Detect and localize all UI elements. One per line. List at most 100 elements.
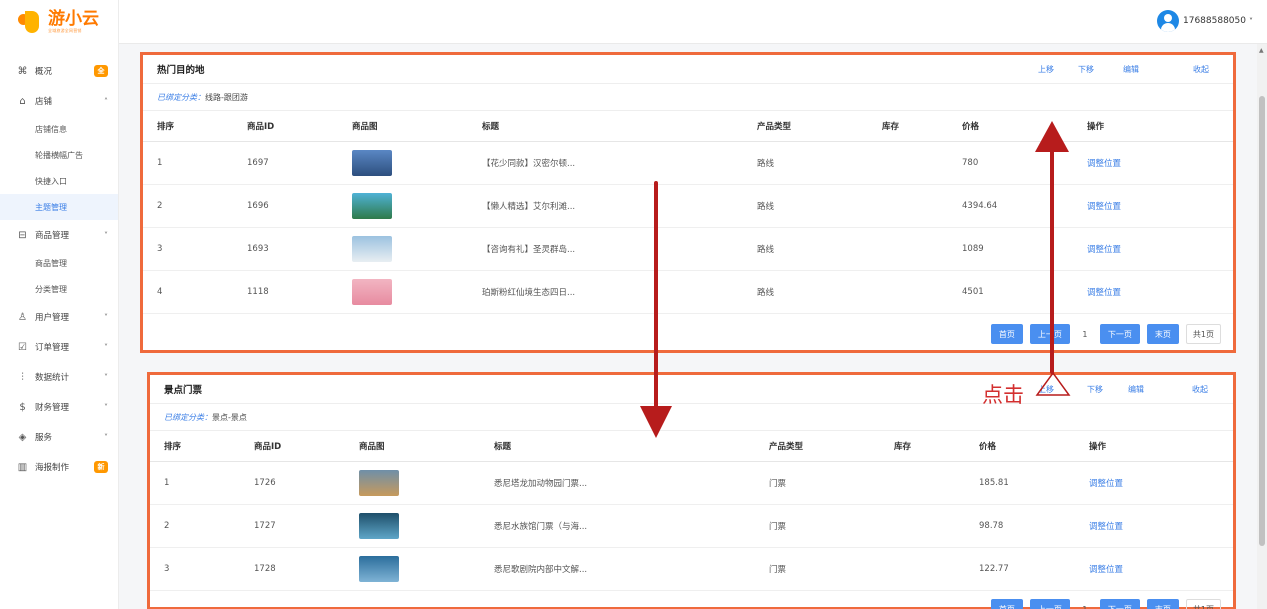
- product-image-cell: [338, 184, 468, 228]
- sidebar-item-14[interactable]: ▥ 海报制作 新: [0, 452, 118, 482]
- product-thumbnail[interactable]: [352, 192, 392, 219]
- sidebar-subitem-4[interactable]: 快捷入口: [0, 168, 118, 194]
- adjust-position-link[interactable]: 调整位置: [1087, 245, 1121, 255]
- sidebar-item-label: 订单管理: [35, 343, 70, 353]
- cell-stock: [868, 227, 948, 271]
- pager-last-button[interactable]: 末页: [1146, 324, 1179, 344]
- sidebar-item-13[interactable]: ◈ 服务 ˅: [0, 422, 118, 452]
- user-menu[interactable]: 17688588050 ˅: [1157, 10, 1253, 32]
- section-collapse-button[interactable]: 收起: [1192, 384, 1208, 395]
- cell-stock: [868, 184, 948, 228]
- section-header: 热门目的地 上移 下移 编辑 收起: [143, 55, 1233, 84]
- table-row: 2 1727 悉尼水族馆门票（与海... 门票 98.78 调整位置: [150, 504, 1233, 548]
- bound-category-value: 线路-跟团游: [205, 92, 248, 102]
- sidebar-subitem-8[interactable]: 分类管理: [0, 276, 118, 302]
- sidebar-item-6[interactable]: ⊟ 商品管理 ˅: [0, 220, 118, 250]
- section-collapse-button[interactable]: 收起: [1193, 64, 1209, 75]
- sidebar-item-11[interactable]: ⫶ 数据统计 ˅: [0, 362, 118, 392]
- section-edit-button[interactable]: 编辑: [1123, 64, 1139, 75]
- cell-price: 122.77: [965, 547, 1075, 591]
- sidebar-menu: ⌘ 概况 全 ⌂ 店铺 ˄ 店铺信息 轮播横幅广告 快捷入口 主题管理 ⊟ 商品管理 ˅ 商品管理 分类管理…: [0, 44, 118, 482]
- adjust-position-link[interactable]: 调整位置: [1087, 288, 1121, 298]
- action-cell: 调整位置: [1073, 227, 1233, 271]
- sidebar: 游小云 全域旅游全网营销 ⌘ 概况全 ⌂ 店铺 ˄ 店铺信息 轮播横幅广告 快捷入口 主题管理 ⊟…: [0, 0, 119, 609]
- pager-page[interactable]: 1: [1077, 599, 1093, 609]
- cell-stock: [880, 461, 965, 505]
- cell-type: 门票: [755, 461, 880, 505]
- chevron-icon: ˅: [104, 342, 108, 352]
- menu-icon: ⌂: [19, 95, 26, 107]
- pager-prev-button[interactable]: 上一页: [1029, 599, 1070, 609]
- pager-last-button[interactable]: 末页: [1146, 599, 1179, 609]
- menu-icon: ⊟: [18, 229, 27, 241]
- product-table: 排序 商品ID 商品图 标题 产品类型 库存 价格 操作 1 1726 悉尼塔龙加动物园门票... 门…: [150, 431, 1233, 591]
- sidebar-item-9[interactable]: ♙ 用户管理 ˅: [0, 302, 118, 332]
- section-down-button[interactable]: 下移: [1078, 64, 1094, 75]
- sidebar-subitem-2[interactable]: 店铺信息: [0, 116, 118, 142]
- cell-id: 1697: [233, 141, 338, 185]
- cell-order: 3: [143, 227, 233, 271]
- menu-icon: ⌘: [17, 65, 28, 77]
- scrollbar[interactable]: ▲: [1257, 44, 1267, 609]
- product-thumbnail[interactable]: [359, 555, 399, 582]
- sidebar-item-1[interactable]: ⌂ 店铺 ˄: [0, 86, 118, 116]
- bound-category: 已绑定分类： 线路-跟团游: [143, 84, 1233, 111]
- scroll-up-icon[interactable]: ▲: [1259, 47, 1264, 54]
- cell-order: 2: [143, 184, 233, 228]
- section-down-button[interactable]: 下移: [1087, 384, 1103, 395]
- menu-icon: ☑: [18, 341, 27, 353]
- product-thumbnail[interactable]: [359, 469, 399, 496]
- action-cell: 调整位置: [1073, 270, 1233, 314]
- pager-first-button[interactable]: 首页: [990, 599, 1023, 609]
- section-header: 景点门票 上移 下移 编辑 收起: [150, 375, 1233, 404]
- logo[interactable]: 游小云 全域旅游全网营销: [0, 0, 118, 44]
- adjust-position-link[interactable]: 调整位置: [1089, 565, 1123, 575]
- product-thumbnail[interactable]: [352, 235, 392, 262]
- column-header: 操作: [1073, 111, 1233, 142]
- sidebar-item-label: 商品管理: [35, 231, 70, 241]
- pager-prev-button[interactable]: 上一页: [1029, 324, 1070, 344]
- product-image-cell: [338, 270, 468, 314]
- product-thumbnail[interactable]: [352, 278, 392, 305]
- cell-order: 3: [150, 547, 240, 591]
- section-hot-destinations: 热门目的地 上移 下移 编辑 收起 已绑定分类： 线路-跟团游 排序 商品ID 商品图 标题 产品类型…: [140, 52, 1236, 353]
- chevron-icon: ˅: [104, 312, 108, 322]
- cell-title: 【懒人精选】艾尔利滩...: [468, 184, 743, 228]
- action-cell: 调整位置: [1075, 547, 1233, 591]
- cell-id: 1693: [233, 227, 338, 271]
- bound-category: 已绑定分类： 景点-景点: [150, 404, 1233, 431]
- menu-icon: $: [19, 401, 26, 413]
- adjust-position-link[interactable]: 调整位置: [1089, 479, 1123, 489]
- product-thumbnail[interactable]: [352, 149, 392, 176]
- cell-stock: [880, 504, 965, 548]
- section-edit-button[interactable]: 编辑: [1128, 384, 1144, 395]
- adjust-position-link[interactable]: 调整位置: [1089, 522, 1123, 532]
- pager-first-button[interactable]: 首页: [990, 324, 1023, 344]
- cell-title: 悉尼水族馆门票（与海...: [480, 504, 755, 548]
- pager-next-button[interactable]: 下一页: [1099, 599, 1140, 609]
- menu-icon: ▥: [17, 461, 28, 473]
- sidebar-item-10[interactable]: ☑ 订单管理 ˅: [0, 332, 118, 362]
- cell-type: 门票: [755, 504, 880, 548]
- pager-total: 共1页: [1185, 324, 1221, 344]
- adjust-position-link[interactable]: 调整位置: [1087, 202, 1121, 212]
- scrollbar-thumb[interactable]: [1259, 96, 1265, 546]
- cell-stock: [868, 270, 948, 314]
- table-row: 1 1726 悉尼塔龙加动物园门票... 门票 185.81 调整位置: [150, 461, 1233, 505]
- sidebar-subitem-3[interactable]: 轮播横幅广告: [0, 142, 118, 168]
- sidebar-item-label: 海报制作: [35, 463, 70, 473]
- product-image-cell: [338, 227, 468, 271]
- section-up-button[interactable]: 上移: [1038, 64, 1054, 75]
- column-header: 价格: [965, 431, 1075, 462]
- column-header: 产品类型: [743, 111, 868, 142]
- sidebar-subitem-7[interactable]: 商品管理: [0, 250, 118, 276]
- section-up-button[interactable]: 上移: [1038, 384, 1054, 395]
- product-thumbnail[interactable]: [359, 512, 399, 539]
- adjust-position-link[interactable]: 调整位置: [1087, 159, 1121, 169]
- pager-next-button[interactable]: 下一页: [1099, 324, 1140, 344]
- sidebar-subitem-5[interactable]: 主题管理: [0, 194, 118, 220]
- user-phone: 17688588050: [1183, 16, 1246, 26]
- sidebar-item-12[interactable]: $ 财务管理 ˅: [0, 392, 118, 422]
- sidebar-item-0[interactable]: ⌘ 概况 全: [0, 56, 118, 86]
- pager-page[interactable]: 1: [1077, 324, 1093, 344]
